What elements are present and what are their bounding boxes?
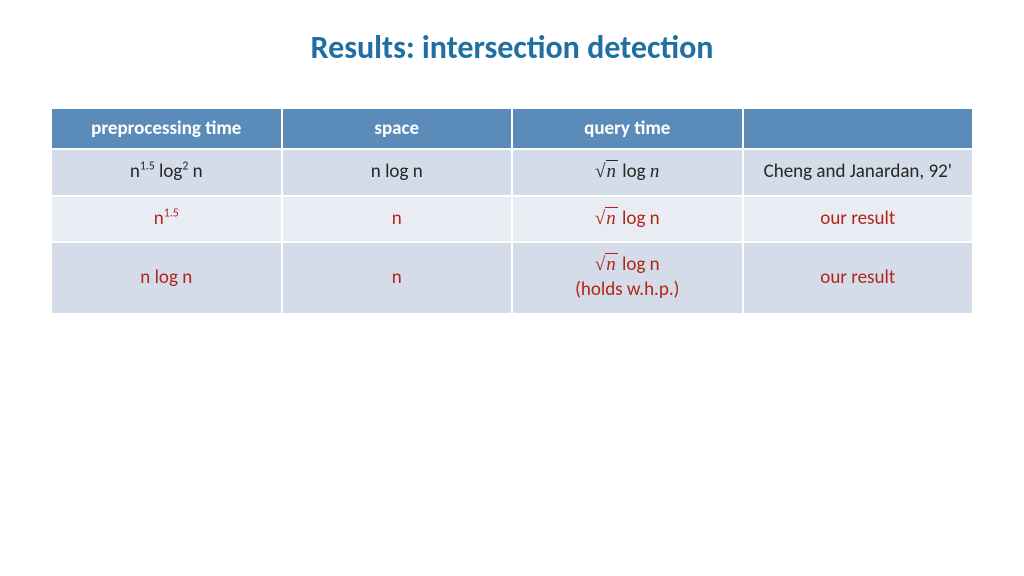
slide-title: Results: intersection detection	[0, 0, 1024, 107]
cell-ref: our result	[743, 242, 974, 313]
cell-ref: Cheng and Janardan, 92'	[743, 149, 974, 196]
results-table: preprocessing time space query time n1.5…	[50, 107, 974, 315]
query-note: (holds w.h.p.)	[521, 278, 734, 303]
cell-preprocessing: n1.5 log2 n	[51, 149, 282, 196]
col-query: query time	[512, 108, 743, 149]
table-row: n1.5 n n log n our result	[51, 196, 973, 243]
cell-space: n log n	[282, 149, 513, 196]
col-preprocessing: preprocessing time	[51, 108, 282, 149]
cell-preprocessing: n1.5	[51, 196, 282, 243]
cell-query: n log n (holds w.h.p.)	[512, 242, 743, 313]
cell-space: n	[282, 196, 513, 243]
table-row: n log n n n log n (holds w.h.p.) our res…	[51, 242, 973, 313]
cell-query: n log n	[512, 149, 743, 196]
table-row: n1.5 log2 n n log n n log n Cheng and Ja…	[51, 149, 973, 196]
col-ref	[743, 108, 974, 149]
cell-query: n log n	[512, 196, 743, 243]
results-table-wrap: preprocessing time space query time n1.5…	[0, 107, 1024, 315]
cell-preprocessing: n log n	[51, 242, 282, 313]
cell-ref: our result	[743, 196, 974, 243]
cell-space: n	[282, 242, 513, 313]
col-space: space	[282, 108, 513, 149]
